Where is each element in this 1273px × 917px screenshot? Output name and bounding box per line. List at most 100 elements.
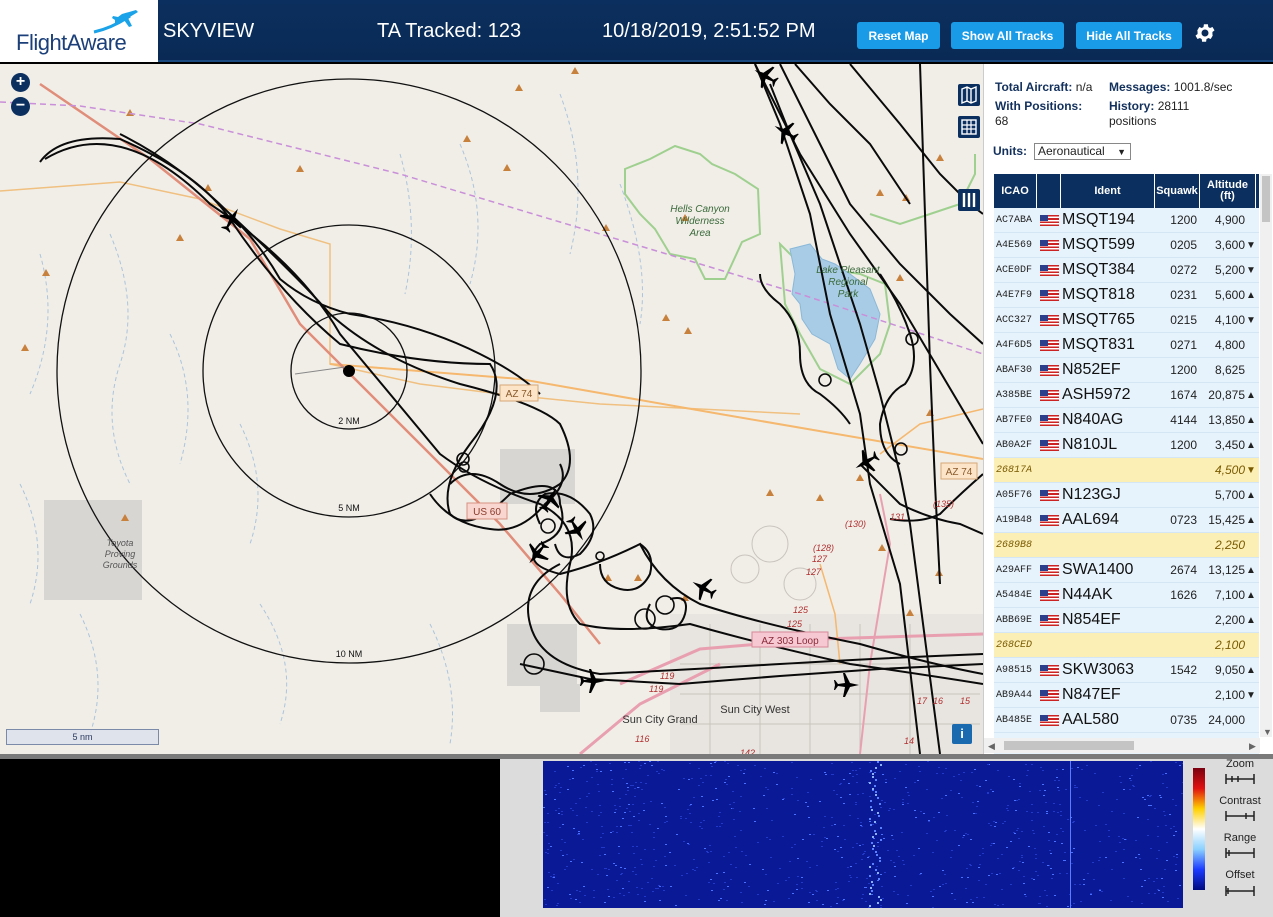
aircraft-table: ICAO Ident Squawk Altitude (ft) AC7ABA MS… — [994, 174, 1259, 754]
table-row[interactable]: A98515 SKW3063 1542 9,050 ▲ — [994, 658, 1259, 683]
table-row[interactable]: A4E7F9 MSQT818 0231 5,600 ▲ — [994, 283, 1259, 308]
waterfall-zoom-slider[interactable] — [1224, 773, 1256, 785]
ident-cell: AAL694 — [1062, 511, 1119, 528]
altitude-cell: 4,900 — [1200, 208, 1256, 232]
route-135-label: (135) — [933, 499, 954, 509]
altitude-trend-icon: ▲ — [1246, 664, 1256, 676]
flag-cell — [1037, 683, 1061, 707]
ident-cell: MSQT765 — [1062, 311, 1135, 328]
waterfall-contrast-slider[interactable] — [1224, 810, 1256, 822]
reset-map-button[interactable]: Reset Map — [857, 22, 940, 49]
table-row[interactable]: AB9A44 N847EF 2,100 ▼ — [994, 683, 1259, 708]
waterfall-range-slider[interactable] — [1224, 847, 1256, 859]
table-row[interactable]: A4E569 MSQT599 0205 3,600 ▼ — [994, 233, 1259, 258]
map-info-button[interactable]: i — [952, 724, 972, 744]
hide-all-tracks-button[interactable]: Hide All Tracks — [1076, 22, 1182, 49]
flag-cell — [1037, 483, 1061, 507]
squawk-cell — [1155, 683, 1200, 707]
altitude-cell: 3,450 ▲ — [1200, 433, 1256, 457]
altitude-cell: 3,600 ▼ — [1200, 233, 1256, 257]
table-row[interactable]: A5484E N44AK 1626 7,100 ▲ — [994, 583, 1259, 608]
table-row[interactable]: ACC327 MSQT765 0215 4,100 ▼ — [994, 308, 1259, 333]
map-layers-icon[interactable] — [958, 84, 980, 106]
zoom-out-button[interactable]: − — [11, 97, 30, 116]
us-flag-icon — [1039, 289, 1059, 301]
table-row[interactable]: A29AFF SWA1400 2674 13,125 ▲ — [994, 558, 1259, 583]
grid-toggle-icon[interactable] — [958, 116, 980, 138]
altitude-trend-icon: ▲ — [1246, 414, 1256, 426]
scroll-down-icon[interactable]: ▼ — [1263, 727, 1272, 737]
show-all-tracks-button[interactable]: Show All Tracks — [951, 22, 1064, 49]
zoom-in-button[interactable]: + — [11, 73, 30, 92]
table-row[interactable]: A19B48 AAL694 0723 15,425 ▲ — [994, 508, 1259, 533]
table-row[interactable]: AB485E AAL580 0735 24,000 — [994, 708, 1259, 733]
altitude-trend-icon: ▲ — [1246, 389, 1256, 401]
gear-icon[interactable] — [1193, 21, 1217, 45]
flag-cell — [1037, 608, 1061, 632]
altitude-value: 2,100 — [1214, 688, 1245, 702]
ident-cell: N123GJ — [1062, 486, 1121, 503]
route-16-label: 16 — [933, 696, 943, 706]
icao-cell: A98515 — [996, 664, 1033, 676]
altitude-value: 4,100 — [1214, 313, 1245, 327]
altitude-value: 5,200 — [1214, 263, 1245, 277]
flag-cell — [1037, 708, 1061, 732]
map-canvas[interactable]: Hells Canyon Wilderness Area Lake Pleasa… — [0, 64, 983, 754]
col-flag[interactable] — [1037, 174, 1061, 208]
aircraft-panel: Total Aircraft: n/a Messages: 1001.8/sec… — [983, 64, 1273, 754]
columns-toggle-icon[interactable] — [958, 189, 980, 211]
altitude-value: 7,100 — [1214, 588, 1245, 602]
table-vertical-scroll-thumb[interactable] — [1262, 176, 1270, 222]
table-row[interactable]: ABB69E N854EF 2,200 ▲ — [994, 608, 1259, 633]
scroll-left-icon[interactable]: ◀ — [988, 741, 995, 752]
col-ident[interactable]: Ident — [1061, 174, 1155, 208]
altitude-trend-icon: ▼ — [1246, 689, 1256, 701]
squawk-cell: 0723 — [1170, 513, 1197, 527]
squawk-cell: 1200 — [1170, 438, 1197, 452]
table-row[interactable]: AB0A2F N810JL 1200 3,450 ▲ — [994, 433, 1259, 458]
table-row[interactable]: AC7ABA MSQT194 1200 4,900 — [994, 208, 1259, 233]
us-flag-icon — [1039, 214, 1059, 226]
table-row[interactable]: 268CED 2,100 — [994, 633, 1259, 658]
waterfall-contrast-label: Contrast — [1219, 795, 1261, 807]
hells-canyon-label-1: Hells Canyon — [670, 204, 730, 215]
col-squawk[interactable]: Squawk — [1155, 174, 1200, 208]
route-14-label: 14 — [904, 736, 914, 746]
clock: 10/18/2019, 2:51:52 PM — [602, 20, 816, 42]
waterfall-offset-slider[interactable] — [1224, 885, 1256, 897]
us-flag-icon — [1039, 514, 1059, 526]
altitude-value: 9,050 — [1214, 663, 1245, 677]
icao-cell: A4F6D5 — [996, 339, 1033, 351]
us60-shield-label: US 60 — [473, 507, 501, 518]
altitude-trend-icon: ▼ — [1246, 264, 1256, 276]
table-row[interactable]: 26817A 4,500 ▼ — [994, 458, 1259, 483]
history-value: 28111 — [1157, 99, 1190, 113]
flag-cell — [1037, 558, 1061, 582]
col-icao[interactable]: ICAO — [994, 174, 1037, 208]
table-row[interactable]: A4F6D5 MSQT831 0271 4,800 — [994, 333, 1259, 358]
us-flag-icon — [1039, 339, 1059, 351]
scroll-right-icon[interactable]: ▶ — [1249, 741, 1256, 752]
icao-cell: A385BE — [996, 389, 1033, 401]
flag-cell — [1037, 508, 1061, 532]
table-row[interactable]: A385BE ASH5972 1674 20,875 ▲ — [994, 383, 1259, 408]
units-select[interactable]: Aeronautical ▼ — [1034, 143, 1131, 160]
altitude-trend-icon: ▼ — [1246, 314, 1256, 326]
map-view[interactable]: Hells Canyon Wilderness Area Lake Pleasa… — [0, 64, 983, 754]
flag-cell — [1037, 333, 1061, 357]
flightaware-logo[interactable]: FlightAware — [0, 0, 158, 62]
col-altitude[interactable]: Altitude (ft) — [1200, 174, 1256, 208]
altitude-trend-icon: ▲ — [1246, 439, 1256, 451]
table-row[interactable]: ABAF30 N852EF 1200 8,625 — [994, 358, 1259, 383]
table-horizontal-scroll-thumb[interactable] — [1004, 741, 1134, 750]
table-vertical-scrollbar[interactable] — [1260, 174, 1272, 737]
squawk-cell: 1542 — [1170, 663, 1197, 677]
table-row[interactable]: A05F76 N123GJ 5,700 ▲ — [994, 483, 1259, 508]
icao-cell: AC7ABA — [996, 214, 1033, 226]
table-row[interactable]: ACE0DF MSQT384 0272 5,200 ▼ — [994, 258, 1259, 283]
table-row[interactable]: AB7FE0 N840AG 4144 13,850 ▲ — [994, 408, 1259, 433]
table-row[interactable]: 2689B8 2,250 — [994, 533, 1259, 558]
waterfall-display[interactable] — [543, 761, 1183, 908]
altitude-trend-icon: ▲ — [1246, 514, 1256, 526]
ident-cell: N44AK — [1062, 586, 1113, 603]
